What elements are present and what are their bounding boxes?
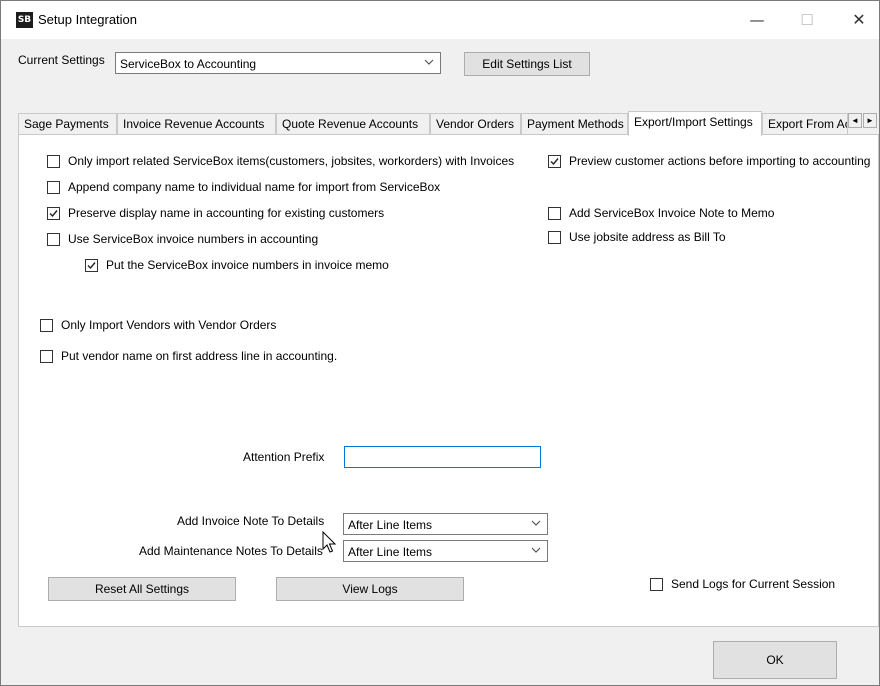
checkbox-label: Send Logs for Current Session xyxy=(671,577,836,591)
checkbox-box xyxy=(85,258,98,272)
tab-sage-payments[interactable]: Sage Payments xyxy=(18,113,117,135)
minimize-button[interactable]: — xyxy=(734,5,780,35)
current-settings-dropdown[interactable]: ServiceBox to Accounting xyxy=(115,52,441,74)
maximize-button[interactable]: ☐ xyxy=(784,5,830,35)
use-servicebox-invoice-numbers-checkbox[interactable]: Use ServiceBox invoice numbers in accoun… xyxy=(47,232,318,246)
add-invoice-note-to-memo-checkbox[interactable]: Add ServiceBox Invoice Note to Memo xyxy=(548,206,774,220)
tab-payment-methods[interactable]: Payment Methods xyxy=(521,113,628,135)
checkbox-box xyxy=(650,577,663,591)
reset-all-settings-button[interactable]: Reset All Settings xyxy=(48,577,236,601)
window-title: Setup Integration xyxy=(38,12,138,27)
checkbox-label: Put vendor name on first address line in… xyxy=(61,349,338,363)
attention-prefix-input[interactable] xyxy=(344,446,541,468)
preview-customer-actions-checkbox[interactable]: Preview customer actions before importin… xyxy=(548,154,870,168)
tab-scroll-left-button[interactable]: ◄ xyxy=(848,113,862,128)
attention-prefix-label: Attention Prefix xyxy=(243,450,325,464)
chevron-down-icon xyxy=(531,547,541,553)
tab-export-from-accounting[interactable]: Export From Ac xyxy=(762,113,848,135)
checkbox-label: Only import related ServiceBox items(cus… xyxy=(68,154,515,168)
checkbox-label: Add ServiceBox Invoice Note to Memo xyxy=(569,206,775,220)
checkbox-label: Only Import Vendors with Vendor Orders xyxy=(61,318,277,332)
checkbox-box xyxy=(548,230,561,244)
current-settings-label: Current Settings xyxy=(18,53,105,67)
checkbox-box xyxy=(47,180,60,194)
checkbox-box xyxy=(47,232,60,246)
preserve-display-name-checkbox[interactable]: Preserve display name in accounting for … xyxy=(47,206,384,220)
checkmark-icon xyxy=(87,261,96,269)
checkmark-icon xyxy=(49,209,58,217)
chevron-down-icon xyxy=(424,59,434,65)
close-button[interactable]: ✕ xyxy=(836,5,879,35)
maintenance-notes-value: After Line Items xyxy=(348,545,433,559)
send-logs-checkbox[interactable]: Send Logs for Current Session xyxy=(650,577,835,591)
use-jobsite-address-checkbox[interactable]: Use jobsite address as Bill To xyxy=(548,230,726,244)
ok-button[interactable]: OK xyxy=(713,641,837,679)
app-logo-icon: SB xyxy=(16,12,33,28)
checkbox-box xyxy=(47,206,60,220)
maintenance-notes-dropdown[interactable]: After Line Items xyxy=(343,540,548,562)
checkbox-label: Preview customer actions before importin… xyxy=(569,154,871,168)
checkbox-label: Append company name to individual name f… xyxy=(68,180,441,194)
current-settings-value: ServiceBox to Accounting xyxy=(120,57,257,71)
view-logs-button[interactable]: View Logs xyxy=(276,577,464,601)
maintenance-notes-label: Add Maintenance Notes To Details xyxy=(139,544,323,558)
checkbox-box xyxy=(40,349,53,363)
invoice-note-label: Add Invoice Note To Details xyxy=(177,514,325,528)
mouse-cursor-icon xyxy=(322,531,337,553)
only-import-related-items-checkbox[interactable]: Only import related ServiceBox items(cus… xyxy=(47,154,514,168)
only-import-vendors-checkbox[interactable]: Only Import Vendors with Vendor Orders xyxy=(40,318,276,332)
tab-export-import-settings[interactable]: Export/Import Settings xyxy=(628,111,762,136)
append-company-name-checkbox[interactable]: Append company name to individual name f… xyxy=(47,180,440,194)
checkbox-box xyxy=(548,154,561,168)
checkbox-label: Put the ServiceBox invoice numbers in in… xyxy=(106,258,389,272)
setup-integration-window: SB Setup Integration — ☐ ✕ Current Setti… xyxy=(0,0,880,686)
tab-quote-revenue-accounts[interactable]: Quote Revenue Accounts xyxy=(276,113,430,135)
tab-strip: Sage Payments Invoice Revenue Accounts Q… xyxy=(18,111,879,136)
checkbox-box xyxy=(47,154,60,168)
invoice-note-dropdown[interactable]: After Line Items xyxy=(343,513,548,535)
tab-scroll-right-button[interactable]: ► xyxy=(863,113,877,128)
checkbox-label: Use ServiceBox invoice numbers in accoun… xyxy=(68,232,319,246)
checkmark-icon xyxy=(550,157,559,165)
edit-settings-list-button[interactable]: Edit Settings List xyxy=(464,52,590,76)
checkbox-box xyxy=(548,206,561,220)
checkbox-box xyxy=(40,318,53,332)
invoice-note-value: After Line Items xyxy=(348,518,433,532)
chevron-down-icon xyxy=(531,520,541,526)
checkbox-label: Preserve display name in accounting for … xyxy=(68,206,385,220)
checkbox-label: Use jobsite address as Bill To xyxy=(569,230,726,244)
tab-invoice-revenue-accounts[interactable]: Invoice Revenue Accounts xyxy=(117,113,276,135)
title-bar: SB Setup Integration — ☐ ✕ xyxy=(1,1,879,39)
invoice-numbers-in-memo-checkbox[interactable]: Put the ServiceBox invoice numbers in in… xyxy=(85,258,389,272)
tab-vendor-orders[interactable]: Vendor Orders xyxy=(430,113,521,135)
vendor-name-on-address-checkbox[interactable]: Put vendor name on first address line in… xyxy=(40,349,337,363)
